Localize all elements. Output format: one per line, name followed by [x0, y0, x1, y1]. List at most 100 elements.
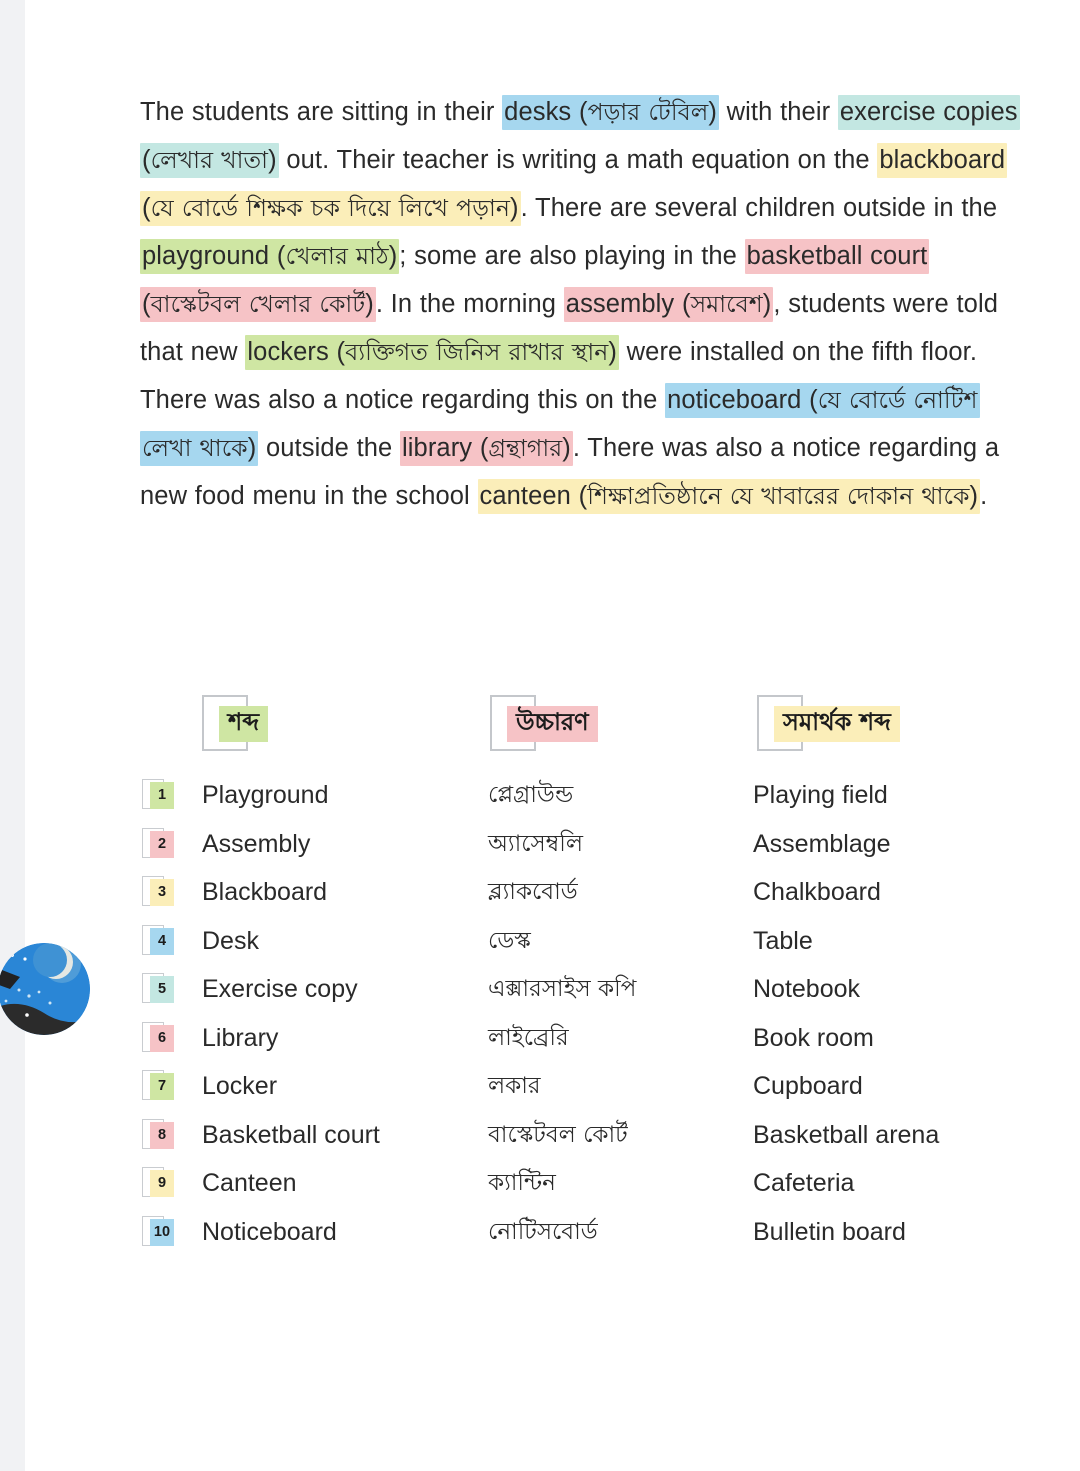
latin-text-run: . In the morning: [375, 289, 564, 318]
cell-synonym: Cafeteria: [753, 1169, 855, 1197]
bengali-text-run: বাস্কেটবল খেলার কোর্ট: [150, 289, 366, 318]
row-number-badge: 9: [150, 1170, 174, 1197]
latin-text-run: ): [708, 97, 717, 126]
cell-word: Library: [202, 1023, 279, 1052]
highlighted-term: lockers (ব্যক্তিগত জিনিস রাখার স্থান): [245, 334, 619, 370]
cell-synonym: Chalkboard: [753, 878, 881, 906]
bengali-text-run: পড়ার টেবিল: [587, 97, 709, 126]
table-row: 7 Locker লকার Cupboard: [140, 1066, 1040, 1115]
table-row: 4 Desk ডেস্ক Table: [140, 921, 1040, 970]
latin-text-run: ): [388, 241, 398, 270]
row-number-cell: 4: [142, 924, 184, 957]
night-sky-moon-avatar[interactable]: [0, 943, 90, 1035]
row-number-badge: 6: [150, 1024, 174, 1052]
header-label: উচ্চারণ: [507, 706, 598, 743]
latin-text-run: . There are several children outside in …: [520, 193, 998, 222]
row-number-cell: 10: [142, 1215, 184, 1248]
cell-synonym: Bulletin board: [753, 1217, 906, 1246]
latin-text-run: ): [268, 145, 277, 174]
cell-word: Exercise copy: [202, 975, 358, 1003]
latin-text-run: ): [608, 337, 617, 366]
latin-text-run: ): [247, 433, 257, 462]
bengali-text-run: যে বোর্ডে শিক্ষক চক দিয়ে লিখে পড়ান: [150, 193, 511, 222]
bengali-text-run: সমাবেশ: [690, 289, 763, 318]
bengali-text-run: খেলার মাঠ: [285, 241, 389, 270]
latin-text-run: ): [365, 289, 374, 318]
cell-word: Blackboard: [202, 878, 328, 906]
latin-text-run: with their: [718, 97, 838, 126]
cell-synonym: Book room: [753, 1023, 874, 1052]
latin-text-run: ): [969, 481, 979, 510]
row-number-badge: 8: [150, 1121, 174, 1149]
row-number-cell: 2: [142, 827, 184, 860]
cell-pronunciation: অ্যাসেম্বলি: [488, 830, 583, 857]
vocabulary-paragraph-block: The students are sitting in their desks …: [140, 62, 1025, 545]
latin-text-run: ): [562, 433, 571, 462]
table-row: 10 Noticeboard নোটিসবোর্ড Bulletin board: [140, 1212, 1040, 1261]
cell-synonym: Playing field: [753, 781, 888, 809]
row-number-cell: 9: [142, 1167, 184, 1199]
latin-text-run: playground (: [142, 241, 286, 270]
cell-pronunciation: বাস্কেটবল কোর্ট: [488, 1121, 628, 1148]
cell-word: Locker: [202, 1072, 278, 1100]
table-row: 8 Basketball court বাস্কেটবল কোর্ট Basketba…: [140, 1115, 1040, 1164]
row-number-cell: 8: [142, 1118, 184, 1151]
cell-pronunciation: এক্সারসাইস কপি: [488, 976, 637, 1002]
latin-text-run: noticeboard (: [667, 385, 818, 414]
latin-text-run: assembly (: [565, 289, 691, 318]
cell-synonym: Basketball arena: [753, 1120, 940, 1149]
table-row: 5 Exercise copy এক্সারসাইস কপি Notebook: [140, 969, 1040, 1018]
cell-pronunciation: ডেস্ক: [488, 927, 531, 954]
row-number-badge: 1: [150, 782, 174, 809]
highlighted-term: desks (পড়ার টেবিল): [502, 94, 719, 130]
cell-pronunciation: ব্ল্যাকবোর্ড: [488, 879, 578, 905]
cell-word: Noticeboard: [202, 1217, 337, 1246]
latin-text-run: ): [510, 193, 519, 222]
latin-text-run: ): [762, 289, 772, 318]
row-number-cell: 5: [142, 973, 184, 1005]
highlighted-term: assembly (সমাবেশ): [563, 286, 774, 322]
cell-word: Playground: [202, 781, 329, 809]
highlighted-term: library (গ্রন্থাগার): [400, 430, 573, 466]
highlighted-term: playground (খেলার মাঠ): [140, 238, 400, 274]
table-row: 3 Blackboard ব্ল্যাকবোর্ড Chalkboard: [140, 872, 1040, 921]
latin-text-run: .: [980, 481, 988, 510]
cell-pronunciation: ক্যান্টিন: [488, 1170, 556, 1196]
row-number-cell: 1: [142, 779, 184, 811]
latin-text-run: canteen (: [479, 481, 588, 510]
bengali-text-run: শিক্ষাপ্রতিষ্ঠানে যে খাবারের দোকান থাকে: [587, 481, 970, 510]
cell-pronunciation: লকার: [488, 1073, 541, 1099]
row-number-badge: 7: [150, 1073, 174, 1100]
table-header-row: শব্দ উচ্চারণ সমার্থক শব্দ: [140, 695, 1040, 761]
latin-text-run: The students are sitting in their: [140, 97, 503, 126]
row-number-cell: 7: [142, 1070, 184, 1102]
cell-word: Desk: [202, 926, 259, 955]
row-number-cell: 6: [142, 1021, 184, 1054]
row-number-badge: 4: [150, 927, 174, 955]
avatar-illustration: [0, 943, 90, 1035]
highlighted-term: canteen (শিক্ষাপ্রতিষ্ঠানে যে খাবারের দো…: [477, 478, 981, 514]
cell-synonym: Table: [753, 926, 813, 955]
cell-synonym: Cupboard: [753, 1072, 863, 1100]
table-row: 9 Canteen ক্যান্টিন Cafeteria: [140, 1163, 1040, 1212]
latin-text-run: ; some are also playing in the: [399, 241, 745, 270]
cell-word: Basketball court: [202, 1120, 380, 1149]
table-row: 6 Library লাইব্রেরি Book room: [140, 1018, 1040, 1067]
cell-synonym: Notebook: [753, 975, 861, 1003]
cell-word: Assembly: [202, 829, 311, 858]
header-label: সমার্থক শব্দ: [774, 706, 900, 743]
table-row: 1 Playground প্লেগ্রাউন্ড Playing field: [140, 775, 1040, 824]
bengali-text-run: ব্যক্তিগত জিনিস রাখার স্থান: [345, 337, 609, 366]
latin-text-run: desks (: [504, 97, 588, 126]
cell-word: Canteen: [202, 1169, 297, 1197]
row-number-badge: 2: [150, 830, 174, 858]
cell-pronunciation: নোটিসবোর্ড: [488, 1218, 598, 1245]
left-gutter-strip: [0, 0, 25, 1471]
table-row: 2 Assembly অ্যাসেম্বলি Assemblage: [140, 824, 1040, 873]
latin-text-run: library (: [402, 433, 489, 462]
bengali-text-run: গ্রন্থাগার: [488, 433, 563, 462]
cell-pronunciation: লাইব্রেরি: [488, 1024, 569, 1051]
vocabulary-paragraph: The students are sitting in their desks …: [140, 88, 1025, 520]
latin-text-run: lockers (: [247, 337, 346, 366]
header-label: শব্দ: [219, 706, 269, 743]
